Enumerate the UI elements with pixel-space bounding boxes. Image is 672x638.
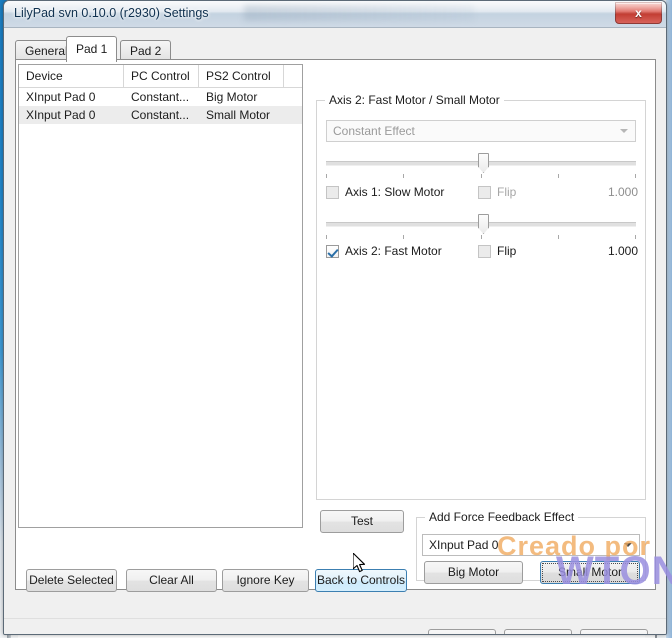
axis-1-flip-label: Flip [497,185,517,199]
cancel-button[interactable]: Cancelar [504,629,572,634]
force-feedback-device-dropdown[interactable]: XInput Pad 0 [422,534,640,556]
cell-pc-control: Constant... [131,90,190,104]
cell-spacer [284,88,302,106]
cell-pc-control: Constant... [131,108,190,122]
back-to-controls-button[interactable]: Back to Controls [315,569,407,592]
effect-type-dropdown[interactable]: Constant Effect [326,120,636,142]
axis-1-label: Axis 1: Slow Motor [345,185,445,199]
title-bar[interactable]: LilyPad svn 0.10.0 (r2930) Settings x [4,1,666,28]
device-list-header: Device PC Control PS2 Control [19,65,302,88]
title-bar-ghost-reflection [244,5,474,21]
axis-group-title: Axis 2: Fast Motor / Small Motor [325,93,504,107]
delete-selected-button[interactable]: Delete Selected [26,569,117,592]
table-row[interactable]: XInput Pad 0 Constant... Big Motor [19,88,302,106]
column-header-spacer[interactable] [284,65,302,87]
screenshot-root: LilyPad svn 0.10.0 (r2930) Settings x Ge… [0,0,672,638]
cell-device: XInput Pad 0 [26,108,96,122]
tab-pad-1[interactable]: Pad 1 [66,36,118,62]
axis-2-row: Axis 2: Fast Motor Flip 1.000 [326,244,638,260]
ignore-key-button[interactable]: Ignore Key [222,569,309,592]
axis-2-checkbox[interactable] [326,245,339,258]
settings-window: LilyPad svn 0.10.0 (r2930) Settings x Ge… [3,0,667,635]
device-list[interactable]: Device PC Control PS2 Control XInput Pad… [18,64,303,528]
tab-pad-2[interactable]: Pad 2 [120,40,172,60]
force-feedback-device-value: XInput Pad 0 [429,538,499,552]
axis-1-slider-thumb[interactable] [478,153,489,173]
axis-1-checkbox[interactable] [326,186,339,199]
axis-1-flip-checkbox[interactable] [478,186,491,199]
axis-2-value: 1.000 [607,244,638,258]
table-row[interactable]: XInput Pad 0 Constant... Small Motor [19,106,302,124]
axis-1-row: Axis 1: Slow Motor Flip 1.000 [326,185,638,201]
axis-2-flip-checkbox[interactable] [478,245,491,258]
big-motor-button[interactable]: Big Motor [424,561,523,584]
axis-2-flip-label: Flip [497,244,517,258]
window-client-area: General Pad 1 Pad 2 Device PC Control PS… [4,28,666,634]
cell-spacer [284,106,302,124]
axis-2-slider-thumb[interactable] [478,214,489,234]
tab-strip: General Pad 1 Pad 2 [15,36,653,62]
column-header-device[interactable]: Device [19,65,124,87]
cell-device: XInput Pad 0 [26,90,96,104]
cell-ps2-control: Big Motor [206,90,258,104]
axis-1-value: 1.000 [607,185,638,199]
column-header-ps2-control[interactable]: PS2 Control [199,65,284,87]
axis-1-slider[interactable] [326,152,636,178]
axis-1-slider-ticks [326,174,636,179]
force-feedback-group-title: Add Force Feedback Effect [425,510,579,524]
apply-button[interactable]: Aplicar [580,629,648,634]
axis-2-slider[interactable] [326,213,636,239]
cell-ps2-control: Small Motor [206,108,271,122]
window-title: LilyPad svn 0.10.0 (r2930) Settings [14,6,209,20]
accept-button[interactable]: Aceptar [428,629,496,634]
footer-divider [4,618,666,619]
axis-2-slider-ticks [326,235,636,240]
chevron-down-icon [620,129,628,133]
clear-all-button[interactable]: Clear All [126,569,217,592]
column-header-pc-control[interactable]: PC Control [124,65,199,87]
effect-type-value: Constant Effect [333,124,415,138]
axis-2-label: Axis 2: Fast Motor [345,244,442,258]
close-button[interactable]: x [615,2,662,24]
small-motor-button[interactable]: Small Motor [540,561,640,584]
test-button[interactable]: Test [320,510,404,533]
chevron-down-icon [624,543,632,547]
